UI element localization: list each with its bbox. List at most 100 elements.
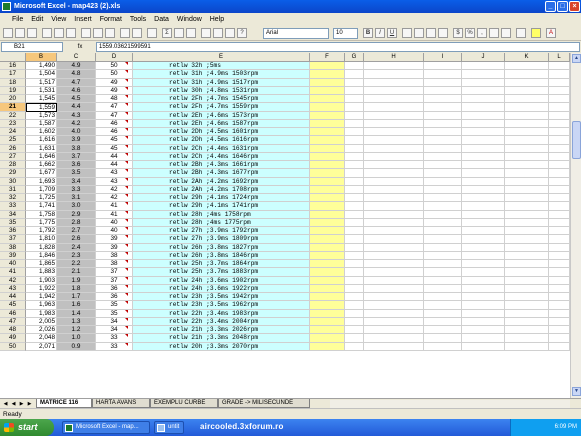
- cell-empty[interactable]: [505, 326, 549, 335]
- cell-e[interactable]: retlw 20h ;3.3ms 2070rpm: [133, 342, 310, 351]
- cell-b[interactable]: 1,677: [26, 169, 57, 178]
- cell-e[interactable]: retlw 31h ;4.9ms 1503rpm: [133, 70, 310, 79]
- cell-b[interactable]: 1,573: [26, 111, 57, 120]
- cell-c[interactable]: 1.3: [57, 317, 96, 326]
- spelling-icon[interactable]: [66, 28, 76, 38]
- cell-b[interactable]: 1,741: [26, 202, 57, 211]
- vertical-scrollbar[interactable]: ▲ ▼: [570, 53, 581, 398]
- cell-b[interactable]: 1,865: [26, 260, 57, 269]
- minimize-button[interactable]: _: [545, 1, 556, 12]
- cell-empty[interactable]: [462, 309, 505, 318]
- cell-empty[interactable]: [505, 284, 549, 293]
- cell-empty[interactable]: [549, 227, 570, 236]
- cell-empty[interactable]: [424, 152, 462, 161]
- cell-empty[interactable]: [364, 227, 424, 236]
- cell-empty[interactable]: [345, 235, 364, 244]
- cell-empty[interactable]: [424, 70, 462, 79]
- cell-f[interactable]: [310, 119, 345, 128]
- bold-button[interactable]: B: [363, 28, 373, 38]
- cell-empty[interactable]: [462, 293, 505, 302]
- cell-empty[interactable]: [345, 161, 364, 170]
- cell-f[interactable]: [310, 194, 345, 203]
- row-header[interactable]: 26: [0, 144, 26, 153]
- cell-f[interactable]: [310, 268, 345, 277]
- cell-e[interactable]: retlw 24h ;3.6ms 1902rpm: [133, 276, 310, 285]
- cell-b[interactable]: 1,517: [26, 78, 57, 87]
- cell-empty[interactable]: [364, 119, 424, 128]
- cell-empty[interactable]: [364, 95, 424, 104]
- cell-b[interactable]: 1,490: [26, 62, 57, 71]
- cell-e[interactable]: retlw 2Bh ;4.3ms 1661rpm: [133, 161, 310, 170]
- cell-empty[interactable]: [345, 326, 364, 335]
- cell-empty[interactable]: [462, 70, 505, 79]
- tab-grade-milisecunde[interactable]: GRADE -> MILISECUNDE: [218, 399, 310, 408]
- save-icon[interactable]: [27, 28, 37, 38]
- cell-f[interactable]: [310, 103, 345, 112]
- cell-empty[interactable]: [549, 152, 570, 161]
- cut-icon[interactable]: [81, 28, 91, 38]
- cell-empty[interactable]: [364, 260, 424, 269]
- menu-insert[interactable]: Insert: [71, 13, 95, 26]
- cell-empty[interactable]: [462, 111, 505, 120]
- cell-empty[interactable]: [345, 301, 364, 310]
- cell-c[interactable]: 3.5: [57, 169, 96, 178]
- fill-color-icon[interactable]: [531, 28, 541, 38]
- cell-empty[interactable]: [549, 210, 570, 219]
- cell-f[interactable]: [310, 276, 345, 285]
- column-header-d[interactable]: D: [96, 53, 133, 62]
- cell-empty[interactable]: [424, 326, 462, 335]
- cell-empty[interactable]: [549, 301, 570, 310]
- row-header[interactable]: 35: [0, 218, 26, 227]
- cell-c[interactable]: 3.6: [57, 161, 96, 170]
- font-color-icon[interactable]: A: [546, 28, 556, 38]
- cell-c[interactable]: 1.2: [57, 326, 96, 335]
- cell-empty[interactable]: [505, 202, 549, 211]
- cell-empty[interactable]: [505, 136, 549, 145]
- cell-f[interactable]: [310, 293, 345, 302]
- open-icon[interactable]: [15, 28, 25, 38]
- cell-empty[interactable]: [505, 78, 549, 87]
- cell-empty[interactable]: [549, 202, 570, 211]
- cell-empty[interactable]: [364, 342, 424, 351]
- cell-e[interactable]: retlw 2Ch ;4.4ms 1646rpm: [133, 152, 310, 161]
- cell-empty[interactable]: [424, 136, 462, 145]
- cell-c[interactable]: 2.1: [57, 268, 96, 277]
- cell-empty[interactable]: [345, 268, 364, 277]
- cell-empty[interactable]: [549, 169, 570, 178]
- cell-empty[interactable]: [424, 95, 462, 104]
- cell-e[interactable]: retlw 23h ;3.5ms 1962rpm: [133, 301, 310, 310]
- align-center-icon[interactable]: [414, 28, 424, 38]
- cell-empty[interactable]: [505, 70, 549, 79]
- cell-empty[interactable]: [424, 218, 462, 227]
- cell-empty[interactable]: [462, 227, 505, 236]
- cell-empty[interactable]: [424, 284, 462, 293]
- cell-empty[interactable]: [505, 268, 549, 277]
- cell-empty[interactable]: [549, 185, 570, 194]
- cell-f[interactable]: [310, 284, 345, 293]
- cell-empty[interactable]: [424, 235, 462, 244]
- cell-empty[interactable]: [345, 111, 364, 120]
- cell-c[interactable]: 4.4: [57, 103, 96, 112]
- column-header-j[interactable]: J: [462, 53, 505, 62]
- cell-empty[interactable]: [345, 144, 364, 153]
- menu-view[interactable]: View: [48, 13, 69, 26]
- cell-e[interactable]: retlw 23h ;3.5ms 1942rpm: [133, 293, 310, 302]
- merge-center-icon[interactable]: [438, 28, 448, 38]
- cell-b[interactable]: 1,775: [26, 218, 57, 227]
- cell-empty[interactable]: [462, 136, 505, 145]
- cell-b[interactable]: 1,942: [26, 293, 57, 302]
- task-untitled[interactable]: untit: [154, 421, 184, 434]
- cell-b[interactable]: 1,602: [26, 128, 57, 137]
- tab-matrice-116[interactable]: MATRICE 116: [36, 399, 92, 408]
- cell-e[interactable]: retlw 28h ;4ms 1758rpm: [133, 210, 310, 219]
- cell-empty[interactable]: [505, 293, 549, 302]
- cell-b[interactable]: 1,709: [26, 185, 57, 194]
- close-button[interactable]: ×: [569, 1, 580, 12]
- cell-c[interactable]: 0.9: [57, 342, 96, 351]
- cell-f[interactable]: [310, 177, 345, 186]
- row-header[interactable]: 36: [0, 227, 26, 236]
- cell-c[interactable]: 1.4: [57, 309, 96, 318]
- drawing-icon[interactable]: [213, 28, 223, 38]
- cell-c[interactable]: 1.8: [57, 284, 96, 293]
- cell-empty[interactable]: [424, 210, 462, 219]
